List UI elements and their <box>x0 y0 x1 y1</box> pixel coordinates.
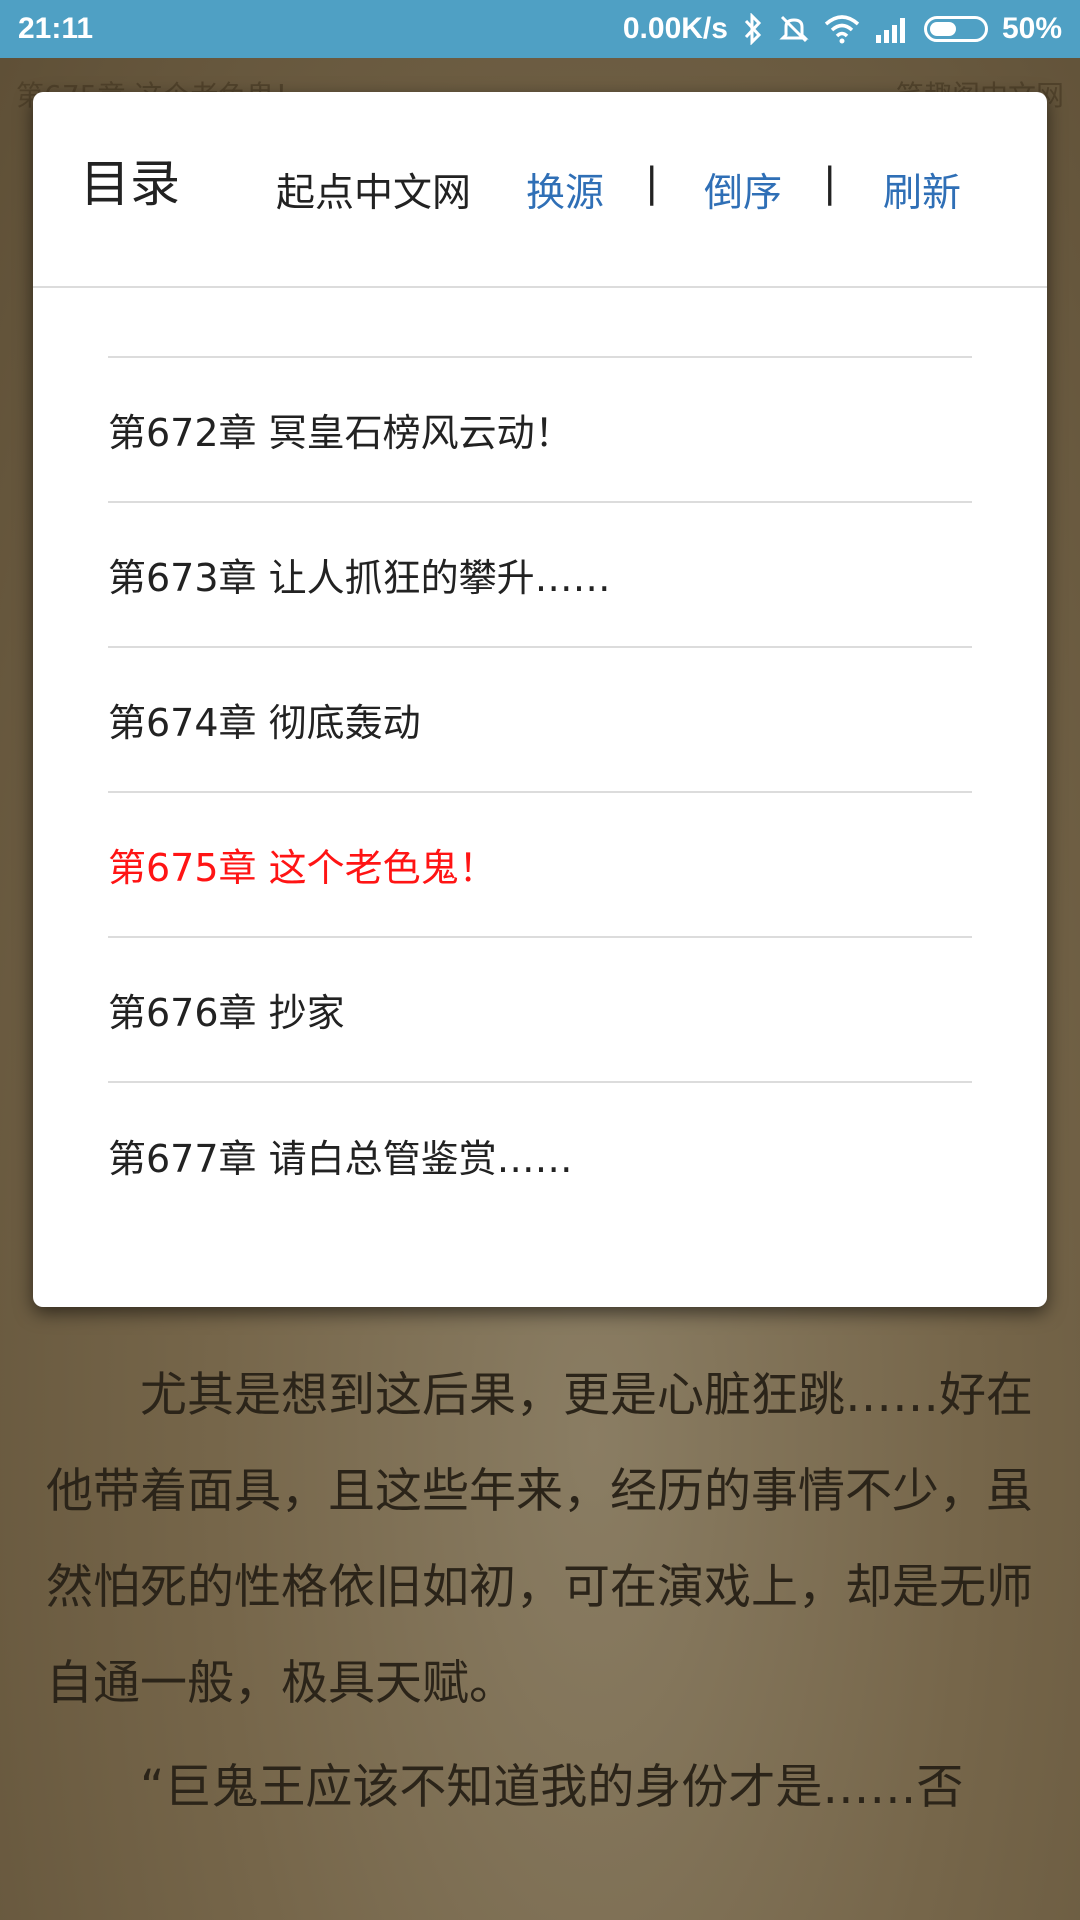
bluetooth-icon <box>742 13 764 45</box>
toc-dialog: 目录 起点中文网 换源 | 倒序 | 刷新 第672章 冥皇石榜风云动！ 第67… <box>33 92 1047 1307</box>
chapter-item[interactable]: 第672章 冥皇石榜风云动！ <box>108 358 972 503</box>
chapter-list: 第672章 冥皇石榜风云动！ 第673章 让人抓狂的攀升…… 第674章 彻底轰… <box>108 356 972 1228</box>
battery-icon <box>923 16 988 42</box>
status-bar: 21:11 0.00K/s 50% <box>0 0 1080 58</box>
chapter-item[interactable]: 第673章 让人抓狂的攀升…… <box>108 503 972 648</box>
chapter-item-current[interactable]: 第675章 这个老色鬼！ <box>108 793 972 938</box>
separator: | <box>645 160 659 206</box>
mute-icon <box>778 13 810 45</box>
network-speed: 0.00K/s <box>622 12 728 45</box>
separator: | <box>823 160 837 206</box>
signal-icon <box>874 15 910 43</box>
source-name: 起点中文网 <box>276 171 472 216</box>
reverse-order-button[interactable]: 倒序 <box>704 162 782 218</box>
status-icons: 0.00K/s 50% <box>623 12 1062 46</box>
reader-paragraph: 尤其是想到这后果，更是心脏狂跳……好在他带着面具，且这些年来，经历的事情不少，虽… <box>46 1368 1033 1711</box>
change-source-button[interactable]: 换源 <box>526 162 604 218</box>
wifi-icon <box>824 14 860 44</box>
toc-header: 目录 起点中文网 换源 | 倒序 | 刷新 <box>33 92 1047 288</box>
reader-text: 尤其是想到这后果，更是心脏狂跳……好在他带着面具，且这些年来，经历的事情不少，虽… <box>46 1348 1036 1836</box>
reader-paragraph: “巨鬼王应该不知道我的身份才是……否 <box>140 1760 964 1815</box>
status-time: 21:11 <box>18 12 94 45</box>
toc-title: 目录 <box>80 155 180 213</box>
chapter-item[interactable]: 第676章 抄家 <box>108 938 972 1083</box>
chapter-item[interactable]: 第674章 彻底轰动 <box>108 648 972 793</box>
battery-percent: 50% <box>1001 12 1062 45</box>
refresh-button[interactable]: 刷新 <box>883 162 961 218</box>
chapter-item[interactable]: 第677章 请白总管鉴赏…… <box>108 1083 972 1228</box>
